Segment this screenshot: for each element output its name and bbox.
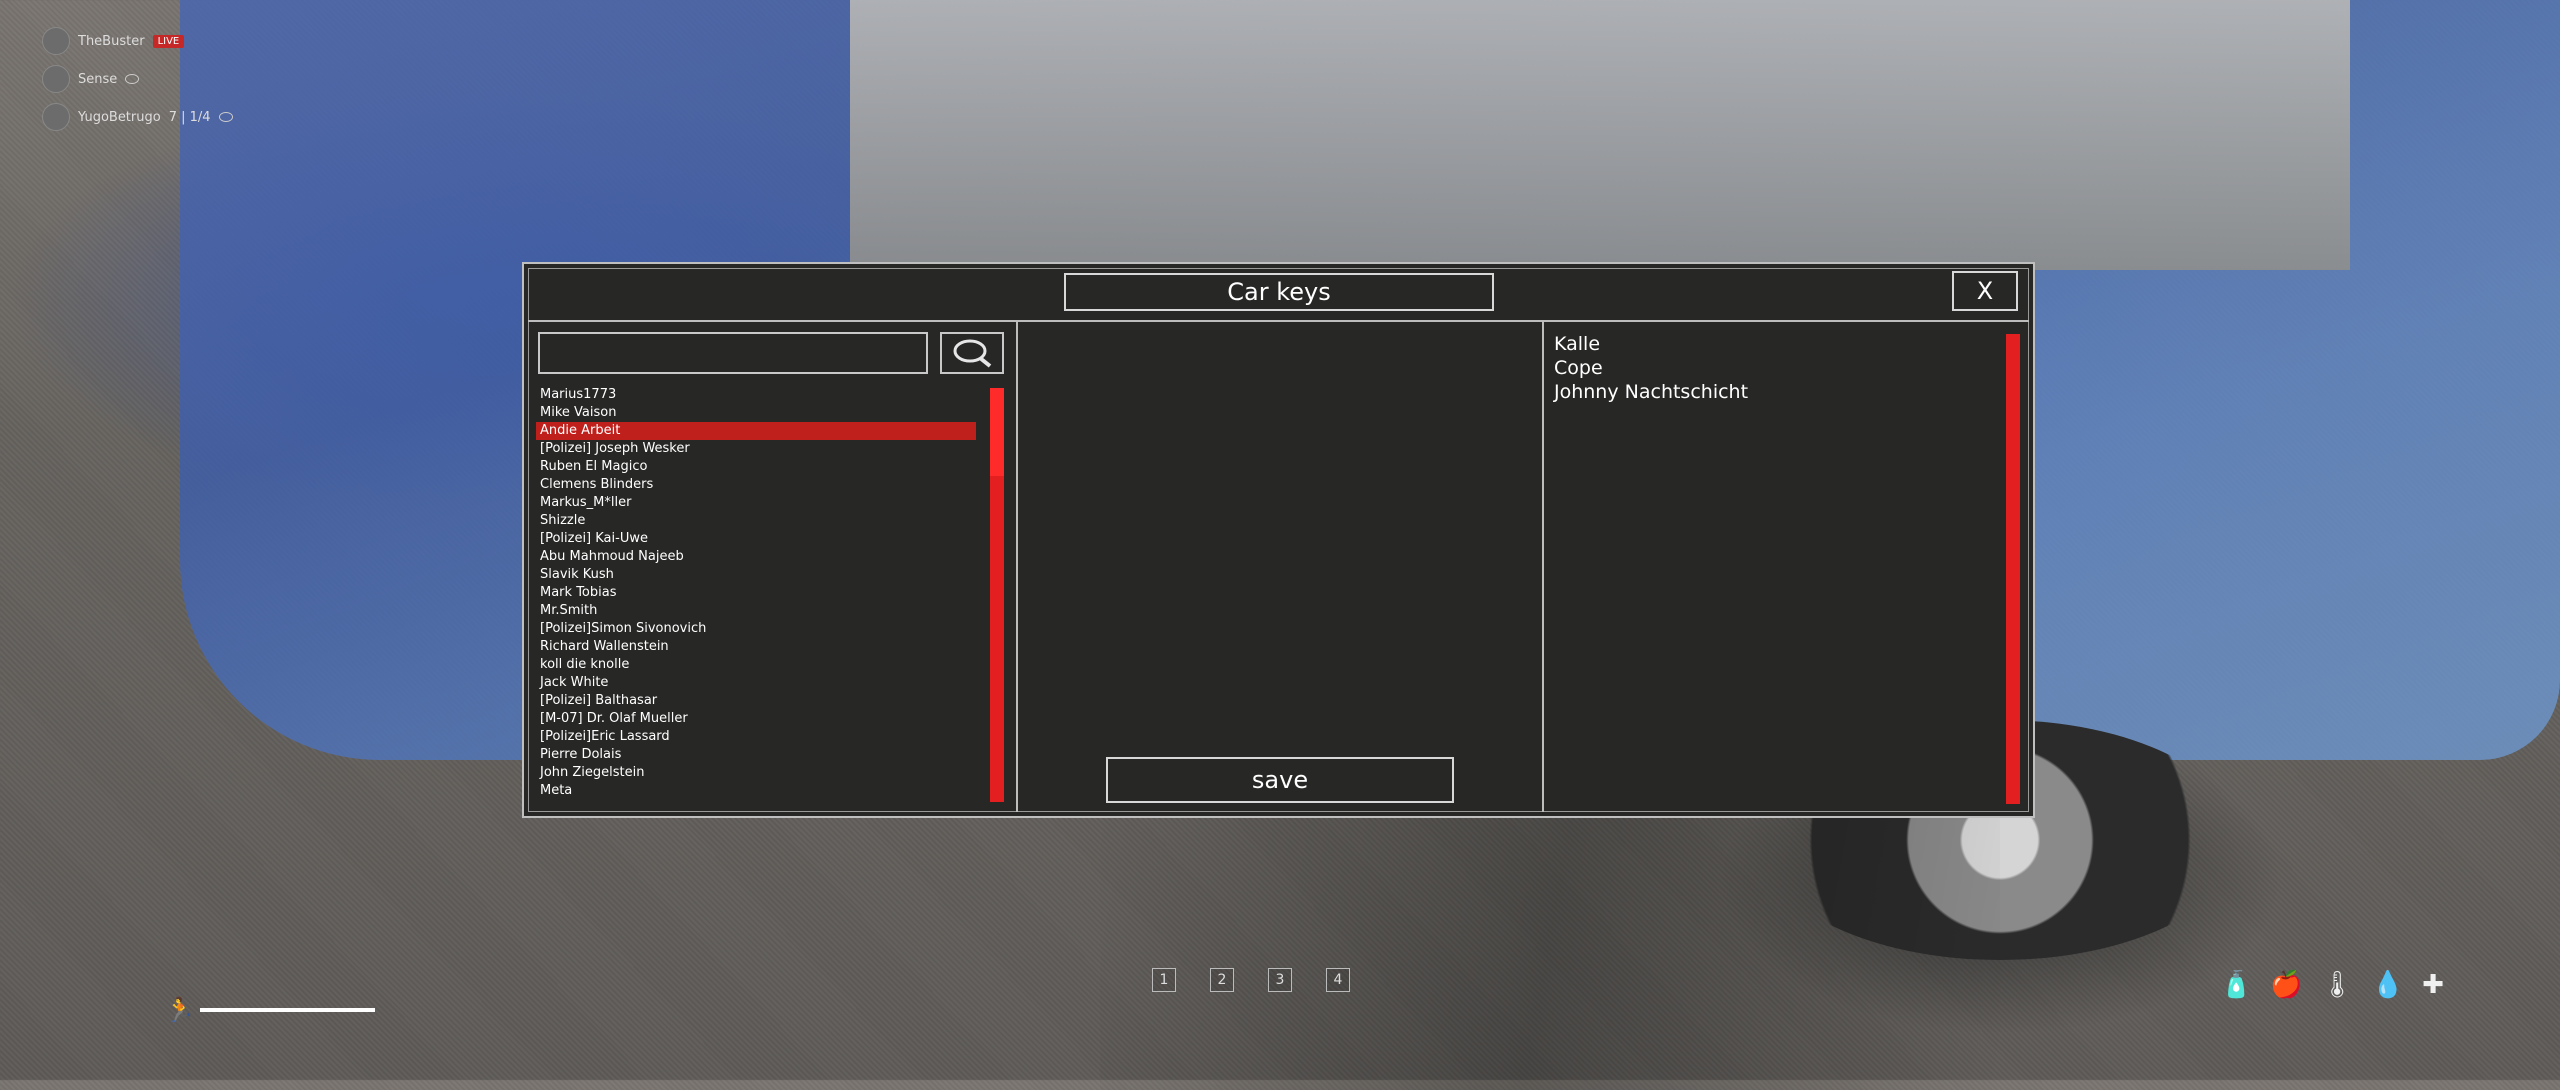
player-list-item[interactable]: [Polizei] Kai-Uwe: [536, 530, 976, 548]
magnifier-icon: [953, 339, 992, 368]
player-list-item[interactable]: Pierre Dolais: [536, 746, 976, 764]
live-badge: LIVE: [152, 34, 185, 48]
key-holder-scrollbar[interactable]: [2006, 334, 2020, 804]
streamer-extra: 7 | 1/4: [168, 109, 211, 125]
car-keys-dialog: Car keys X Marius1773 Mike Vaison Andie Ar…: [522, 262, 2035, 818]
player-list-item[interactable]: John Ziegelstein: [536, 764, 976, 782]
key-holder-item[interactable]: Kalle: [1554, 332, 1994, 356]
streamer-name: YugoBetrugo: [78, 109, 161, 125]
player-list-item[interactable]: Richard Wallenstein: [536, 638, 976, 656]
stream-row: TheBuster LIVE: [42, 22, 233, 60]
player-list-item[interactable]: Abu Mahmoud Najeeb: [536, 548, 976, 566]
stamina-bar: [200, 1008, 375, 1012]
eye-icon: [218, 112, 233, 122]
header-divider: [528, 320, 2029, 322]
search-input[interactable]: [538, 332, 928, 374]
player-list-item[interactable]: Andie Arbeit: [536, 422, 976, 440]
eye-icon: [125, 74, 140, 84]
water-drop-icon: 💧: [2371, 970, 2405, 1000]
background-shadow: [1100, 790, 2000, 1090]
player-list-item[interactable]: Mike Vaison: [536, 404, 976, 422]
player-list-item[interactable]: Marius1773: [536, 386, 976, 404]
food-icon: 🍎: [2270, 970, 2303, 1000]
hotbar-slot[interactable]: 3: [1268, 968, 1292, 992]
player-list-item[interactable]: Ruben El Magico: [536, 458, 976, 476]
column-divider-left: [1016, 321, 1018, 812]
thermometer-icon: 🌡: [2320, 970, 2354, 1000]
player-list-item[interactable]: Shizzle: [536, 512, 976, 530]
streamer-name: TheBuster: [78, 33, 145, 49]
hotbar-slot[interactable]: 2: [1210, 968, 1234, 992]
status-icons: 🧴 🍎 🌡 💧 ✚: [2220, 970, 2444, 1000]
avatar: [42, 27, 70, 55]
player-list-item[interactable]: Jack White: [536, 674, 976, 692]
stream-overlay: TheBuster LIVE Sense YugoBetrugo 7 | 1/4: [42, 22, 233, 136]
player-list-item[interactable]: [M-07] Dr. Olaf Mueller: [536, 710, 976, 728]
avatar: [42, 65, 70, 93]
save-button[interactable]: save: [1106, 757, 1454, 803]
streamer-name: Sense: [78, 71, 118, 87]
health-icon: ✚: [2422, 970, 2444, 1000]
player-list-item[interactable]: [Polizei] Joseph Wesker: [536, 440, 976, 458]
background-car-window: [850, 0, 2350, 270]
player-list-item[interactable]: Meta: [536, 782, 976, 798]
player-list-item[interactable]: Slavik Kush: [536, 566, 976, 584]
search-button[interactable]: [940, 332, 1004, 374]
hotbar-slot[interactable]: 4: [1326, 968, 1350, 992]
stream-row: Sense: [42, 60, 233, 98]
player-list-item[interactable]: [Polizei] Balthasar: [536, 692, 976, 710]
player-list-item[interactable]: Markus_M*ller: [536, 494, 976, 512]
stamina-fill: [200, 1008, 375, 1012]
bottle-icon: 🧴: [2220, 970, 2253, 1000]
hotbar-slot[interactable]: 1: [1152, 968, 1176, 992]
player-list-item[interactable]: Mark Tobias: [536, 584, 976, 602]
column-divider-right: [1542, 321, 1544, 812]
player-list-item[interactable]: [Polizei]Eric Lassard: [536, 728, 976, 746]
close-button[interactable]: X: [1952, 271, 2018, 311]
player-list: Marius1773 Mike Vaison Andie Arbeit [Polize…: [536, 386, 1006, 798]
player-list-item[interactable]: [Polizei]Simon Sivonovich: [536, 620, 976, 638]
key-holder-list: Kalle Cope Johnny Nachtschicht: [1554, 332, 1994, 404]
player-list-item[interactable]: Clemens Blinders: [536, 476, 976, 494]
player-list-item[interactable]: koll die knolle: [536, 656, 976, 674]
scrollbar-thumb[interactable]: [990, 388, 1004, 476]
avatar: [42, 103, 70, 131]
hotbar: 1 2 3 4: [1152, 968, 1350, 992]
runner-icon: 🏃: [165, 996, 195, 1024]
dialog-title: Car keys: [1064, 273, 1494, 311]
key-holder-item[interactable]: Cope: [1554, 356, 1994, 380]
stream-row: YugoBetrugo 7 | 1/4: [42, 98, 233, 136]
key-holder-item[interactable]: Johnny Nachtschicht: [1554, 380, 1994, 404]
player-list-item[interactable]: Mr.Smith: [536, 602, 976, 620]
player-list-scrollbar[interactable]: [990, 388, 1004, 802]
